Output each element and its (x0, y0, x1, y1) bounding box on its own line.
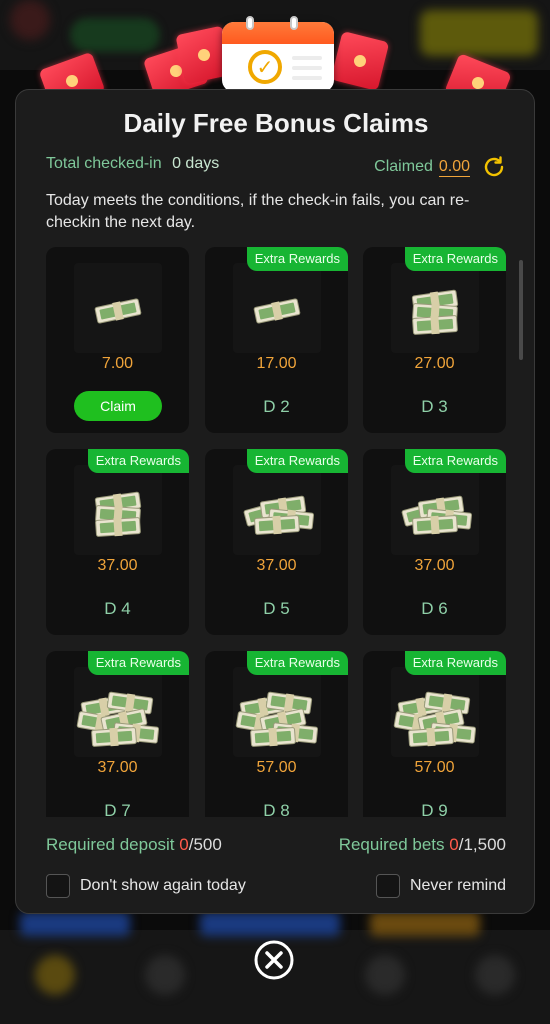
modal-title: Daily Free Bonus Claims (123, 108, 429, 138)
dont-show-today-checkbox[interactable]: Don't show again today (46, 874, 246, 898)
extra-rewards-badge: Extra Rewards (87, 449, 189, 473)
never-remind-checkbox[interactable]: Never remind (375, 874, 506, 898)
reward-amount: 37.00 (414, 557, 455, 574)
reward-amount: 57.00 (256, 759, 297, 776)
extra-rewards-badge: Extra Rewards (404, 651, 506, 675)
close-circle-icon[interactable] (253, 939, 295, 981)
reward-card[interactable]: 37.00 Extra Rewards D 7 (46, 651, 189, 817)
never-remind-label: Never remind (409, 877, 506, 894)
money-stack-icon (391, 667, 479, 757)
options-row: Don't show again today Never remind (46, 874, 506, 900)
notice-text: Today meets the conditions, if the check… (46, 192, 470, 231)
extra-rewards-badge: Extra Rewards (404, 449, 506, 473)
claimed-label: Claimed (374, 158, 433, 175)
reward-amount: 37.00 (97, 759, 138, 776)
reward-amount: 37.00 (256, 557, 297, 574)
claim-button[interactable]: Claim (74, 391, 162, 421)
required-deposit-total: /500 (188, 835, 222, 854)
reward-card[interactable]: 17.00 Extra Rewards D 2 (205, 247, 348, 433)
required-bets-current: 0 (449, 835, 459, 854)
money-stack-icon (74, 667, 162, 757)
required-deposit-current: 0 (179, 835, 189, 854)
required-bets-total: /1,500 (458, 835, 506, 854)
reward-day-label: D 9 (421, 801, 448, 817)
money-stack-icon (233, 263, 321, 353)
background-logo (10, 0, 50, 40)
money-stack-icon (233, 667, 321, 757)
background-nav-icon (365, 955, 405, 995)
extra-rewards-badge: Extra Rewards (246, 651, 348, 675)
reward-amount: 7.00 (101, 355, 134, 372)
requirements-row: Required deposit 0/500 Required bets 0/1… (46, 835, 506, 859)
checkbox-box[interactable] (46, 874, 70, 898)
calendar-ring-icon (290, 16, 298, 30)
checkbox-box[interactable] (375, 874, 400, 898)
reward-card[interactable]: 37.00 Extra Rewards D 6 (363, 449, 506, 635)
stats-row: Total checked-in 0 days Claimed 0.00 (46, 155, 506, 179)
calendar-check-icon: ✓ (222, 22, 334, 92)
background-nav-icon (145, 955, 185, 995)
total-checked-value: 0 days (172, 155, 220, 172)
total-checked-label: Total checked-in (46, 155, 162, 172)
money-stack-icon (74, 263, 162, 353)
reward-day-label: D 2 (263, 397, 290, 416)
reward-day-label: D 4 (104, 599, 131, 618)
daily-bonus-modal: Daily Free Bonus Claims Total checked-in… (15, 89, 535, 914)
required-bets: Required bets 0/1,500 (339, 835, 506, 855)
background-pill (70, 18, 160, 52)
money-stack-icon (74, 465, 162, 555)
reward-day-label: D 3 (421, 397, 448, 416)
money-stack-icon (391, 263, 479, 353)
reward-card[interactable]: 7.00 Claim (46, 247, 189, 433)
refresh-icon[interactable] (482, 155, 506, 179)
background-strip (200, 912, 340, 936)
money-stack-icon (233, 465, 321, 555)
reward-card[interactable]: 27.00 Extra Rewards D 3 (363, 247, 506, 433)
background-nav-icon (35, 955, 75, 995)
claimed-amount: Claimed 0.00 (374, 155, 506, 179)
reward-grid[interactable]: 7.00 Claim 17.00 Extra Rewards D 2 27.00 Extra… (46, 247, 526, 817)
required-deposit-label: Required deposit (46, 835, 175, 854)
reward-day-label: D 6 (421, 599, 448, 618)
background-nav-icon (475, 955, 515, 995)
extra-rewards-badge: Extra Rewards (404, 247, 506, 271)
calendar-ring-icon (246, 16, 254, 30)
dont-show-today-label: Don't show again today (80, 877, 246, 894)
reward-day-label: D 5 (263, 599, 290, 618)
required-deposit: Required deposit 0/500 (46, 835, 222, 855)
reward-card[interactable]: 57.00 Extra Rewards D 8 (205, 651, 348, 817)
background-strip (20, 912, 130, 936)
reward-card[interactable]: 37.00 Extra Rewards D 5 (205, 449, 348, 635)
reward-day-label: D 8 (263, 801, 290, 817)
extra-rewards-badge: Extra Rewards (246, 247, 348, 271)
claimed-value: 0.00 (438, 157, 470, 177)
reward-card[interactable]: 37.00 Extra Rewards D 4 (46, 449, 189, 635)
reward-amount: 17.00 (256, 355, 297, 372)
reward-card[interactable]: 57.00 Extra Rewards D 9 (363, 651, 506, 817)
extra-rewards-badge: Extra Rewards (87, 651, 189, 675)
reward-amount: 57.00 (414, 759, 455, 776)
required-bets-label: Required bets (338, 835, 445, 854)
reward-amount: 37.00 (97, 557, 138, 574)
reward-amount: 27.00 (414, 355, 455, 372)
background-strip (370, 912, 480, 936)
total-checked-in: Total checked-in 0 days (46, 155, 219, 173)
extra-rewards-badge: Extra Rewards (246, 449, 348, 473)
background-deposit-button (420, 10, 538, 56)
reward-day-label: D 7 (104, 801, 131, 817)
money-stack-icon (391, 465, 479, 555)
scrollbar[interactable] (519, 260, 523, 360)
